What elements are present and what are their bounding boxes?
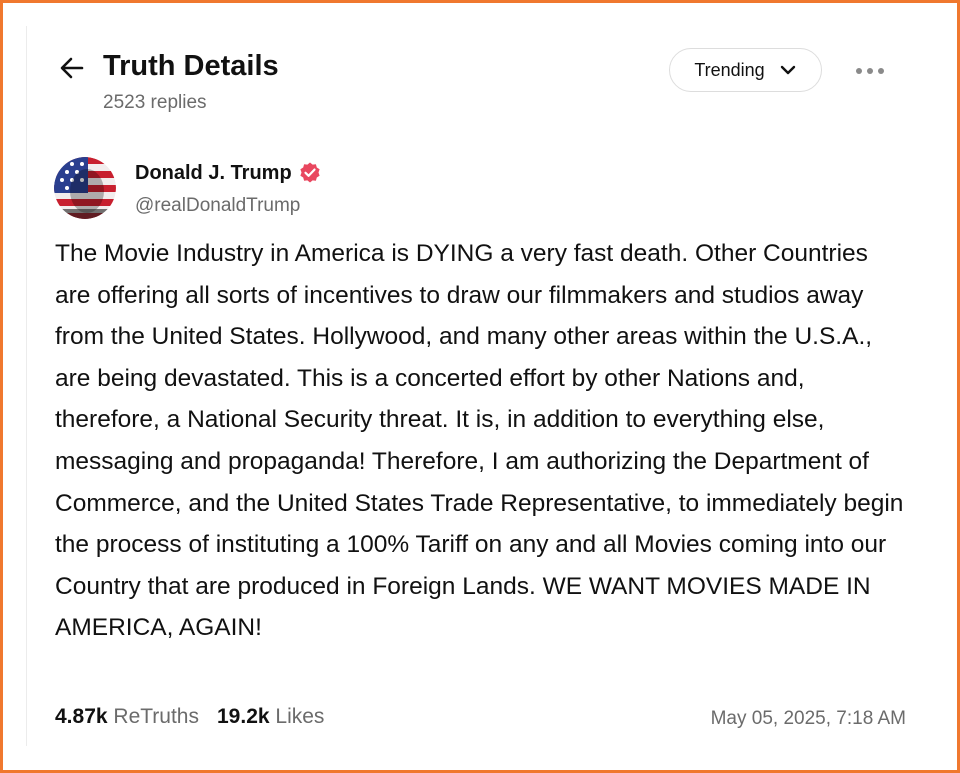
author-name-text: Donald J. Trump: [135, 161, 292, 184]
page-title: Truth Details: [103, 50, 279, 82]
post-timestamp[interactable]: May 05, 2025, 7:18 AM: [711, 708, 906, 730]
reply-count: 2523 replies: [103, 92, 207, 113]
author-name[interactable]: Donald J. Trump: [135, 161, 322, 185]
retruths-stat[interactable]: 4.87k ReTruths: [55, 705, 199, 729]
post-stats: 4.87k ReTruths 19.2k Likes: [55, 705, 324, 729]
likes-label: Likes: [275, 705, 325, 728]
author-handle[interactable]: @realDonaldTrump: [135, 195, 300, 217]
avatar[interactable]: [54, 157, 116, 219]
likes-stat[interactable]: 19.2k Likes: [217, 705, 324, 729]
post-body: The Movie Industry in America is DYING a…: [55, 240, 904, 642]
chevron-down-icon: [780, 65, 795, 75]
verified-badge-icon: [300, 162, 320, 183]
retruths-count: 4.87k: [55, 705, 108, 728]
sort-dropdown[interactable]: Trending: [669, 48, 822, 92]
sort-label: Trending: [694, 59, 765, 80]
retruths-label: ReTruths: [113, 705, 199, 728]
arrow-left-icon[interactable]: [58, 54, 86, 82]
ellipsis-icon[interactable]: [854, 62, 886, 80]
likes-count: 19.2k: [217, 705, 270, 728]
